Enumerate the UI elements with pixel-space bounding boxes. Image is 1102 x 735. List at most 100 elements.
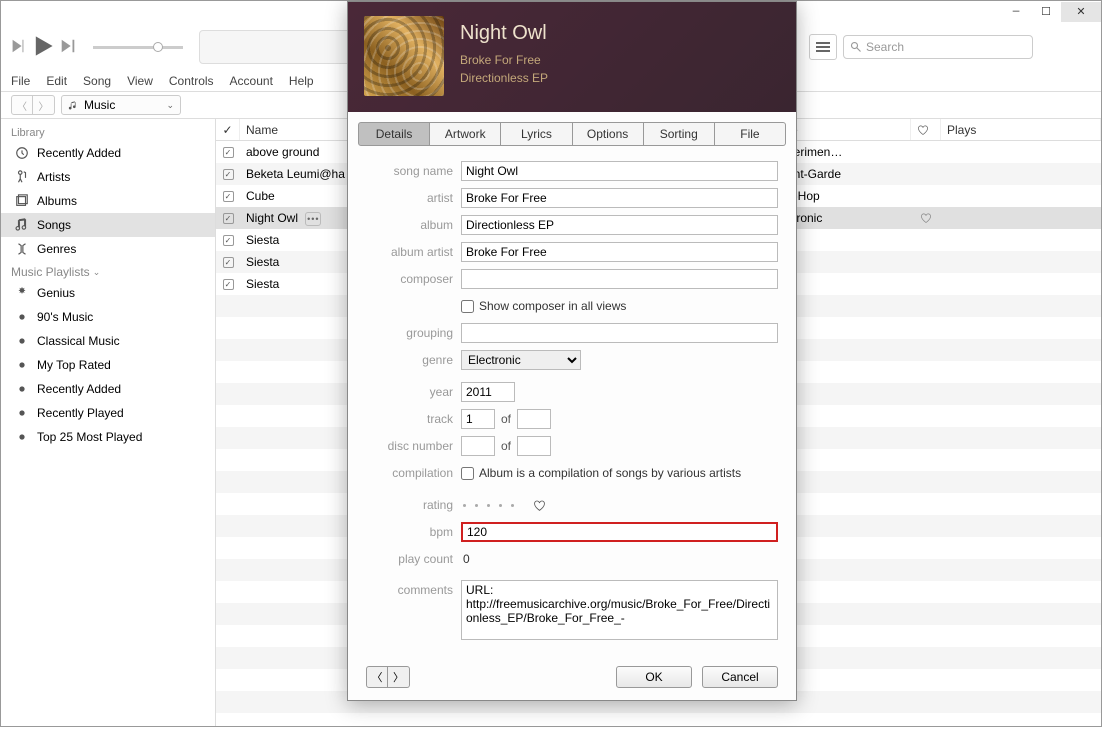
label-play-count: play count	[366, 552, 461, 566]
label-grouping: grouping	[366, 326, 461, 340]
tab-artwork[interactable]: Artwork	[430, 122, 501, 146]
tab-sorting[interactable]: Sorting	[644, 122, 715, 146]
menu-controls[interactable]: Controls	[169, 74, 214, 88]
search-icon	[850, 41, 862, 53]
year-field[interactable]	[461, 382, 515, 402]
dialog-album: Directionless EP	[460, 69, 548, 87]
column-love[interactable]	[911, 119, 941, 140]
compilation-checkbox[interactable]: Album is a compilation of songs by vario…	[461, 466, 741, 480]
track-checkbox[interactable]: ✓	[223, 213, 234, 224]
tab-file[interactable]: File	[715, 122, 786, 146]
sidebar-item-songs[interactable]: Songs	[1, 213, 215, 237]
play-icon[interactable]	[31, 34, 55, 61]
label-album: album	[366, 218, 461, 232]
comments-field[interactable]: URL: http://freemusicarchive.org/music/B…	[461, 580, 778, 640]
label-disc: disc number	[366, 439, 461, 453]
sidebar-item-genres[interactable]: Genres	[1, 237, 215, 261]
track-checkbox[interactable]: ✓	[223, 257, 234, 268]
next-song-button[interactable]: 〉	[388, 666, 410, 688]
sidebar-playlists-header[interactable]: Music Playlists⌄	[1, 261, 215, 281]
sidebar-item-top-rated[interactable]: My Top Rated	[1, 353, 215, 377]
minimize-button[interactable]: —	[1001, 2, 1031, 22]
sidebar-item-90s[interactable]: 90's Music	[1, 305, 215, 329]
search-input[interactable]: Search	[843, 35, 1033, 59]
label-genre: genre	[366, 353, 461, 367]
disc-field[interactable]	[461, 436, 495, 456]
disc-of-field[interactable]	[517, 436, 551, 456]
sidebar-item-recently-added-pl[interactable]: Recently Added	[1, 377, 215, 401]
menu-song[interactable]: Song	[83, 74, 111, 88]
sidebar: Library Recently Added Artists Albums So…	[1, 119, 216, 726]
category-select[interactable]: Music ⌄	[61, 95, 181, 115]
column-genre[interactable]: re	[781, 119, 911, 140]
sidebar-item-genius[interactable]: Genius	[1, 281, 215, 305]
track-checkbox[interactable]: ✓	[223, 235, 234, 246]
grouping-field[interactable]	[461, 323, 778, 343]
track-checkbox[interactable]: ✓	[223, 279, 234, 290]
tab-details[interactable]: Details	[358, 122, 430, 146]
prev-track-icon[interactable]	[9, 37, 27, 58]
maximize-button[interactable]: ☐	[1031, 2, 1061, 22]
label-compilation: compilation	[366, 466, 461, 480]
ok-button[interactable]: OK	[616, 666, 692, 688]
track-of-field[interactable]	[517, 409, 551, 429]
chevron-down-icon: ⌄	[93, 267, 101, 278]
tab-lyrics[interactable]: Lyrics	[501, 122, 572, 146]
artist-field[interactable]	[461, 188, 778, 208]
nav-forward-button[interactable]: 〉	[33, 95, 55, 115]
volume-slider[interactable]	[93, 46, 183, 49]
song-name-field[interactable]	[461, 161, 778, 181]
dialog-footer: 〈 〉 OK Cancel	[348, 666, 796, 688]
album-field[interactable]	[461, 215, 778, 235]
label-artist: artist	[366, 191, 461, 205]
track-genre: perimen…	[781, 145, 911, 159]
details-form: song name artist album album artist comp…	[348, 154, 796, 654]
menu-edit[interactable]: Edit	[46, 74, 67, 88]
dialog-header: Night Owl Broke For Free Directionless E…	[348, 2, 796, 112]
genre-select[interactable]: Electronic	[461, 350, 581, 370]
track-checkbox[interactable]: ✓	[223, 191, 234, 202]
album-artist-field[interactable]	[461, 242, 778, 262]
sidebar-item-top25[interactable]: Top 25 Most Played	[1, 425, 215, 449]
track-genre: p	[781, 255, 911, 269]
sidebar-item-artists[interactable]: Artists	[1, 165, 215, 189]
category-label: Music	[84, 98, 115, 112]
track-checkbox[interactable]: ✓	[223, 147, 234, 158]
next-track-icon[interactable]	[59, 37, 77, 58]
close-button[interactable]: ✕	[1061, 2, 1101, 22]
sidebar-item-albums[interactable]: Albums	[1, 189, 215, 213]
track-field[interactable]	[461, 409, 495, 429]
dialog-tabs: Details Artwork Lyrics Options Sorting F…	[358, 122, 786, 146]
search-placeholder: Search	[866, 40, 904, 54]
tab-options[interactable]: Options	[573, 122, 644, 146]
label-track: track	[366, 412, 461, 426]
prev-song-button[interactable]: 〈	[366, 666, 388, 688]
sidebar-item-recently-played[interactable]: Recently Played	[1, 401, 215, 425]
dialog-artist: Broke For Free	[460, 51, 548, 69]
column-plays[interactable]: Plays	[941, 119, 1101, 140]
menu-file[interactable]: File	[11, 74, 30, 88]
cancel-button[interactable]: Cancel	[702, 666, 778, 688]
list-menu-button[interactable]	[809, 34, 837, 60]
menu-account[interactable]: Account	[230, 74, 273, 88]
bpm-field[interactable]	[461, 522, 778, 542]
track-genre: p-Hop	[781, 189, 911, 203]
heart-icon[interactable]	[533, 499, 546, 512]
composer-field[interactable]	[461, 269, 778, 289]
track-checkbox[interactable]: ✓	[223, 169, 234, 180]
menu-view[interactable]: View	[127, 74, 153, 88]
track-genre: ctronic	[781, 211, 911, 225]
heart-icon[interactable]	[920, 212, 932, 224]
sidebar-item-recently-added[interactable]: Recently Added	[1, 141, 215, 165]
chevron-updown-icon: ⌄	[166, 100, 174, 111]
column-check[interactable]: ✓	[216, 119, 240, 140]
rating-control[interactable]	[461, 499, 546, 512]
nav-back-button[interactable]: 〈	[11, 95, 33, 115]
menu-help[interactable]: Help	[289, 74, 314, 88]
show-composer-checkbox[interactable]: Show composer in all views	[461, 299, 626, 313]
more-icon[interactable]: •••	[305, 212, 321, 226]
play-count-value: 0	[461, 552, 470, 566]
album-artwork	[364, 16, 444, 96]
sidebar-item-classical[interactable]: Classical Music	[1, 329, 215, 353]
label-year: year	[366, 385, 461, 399]
